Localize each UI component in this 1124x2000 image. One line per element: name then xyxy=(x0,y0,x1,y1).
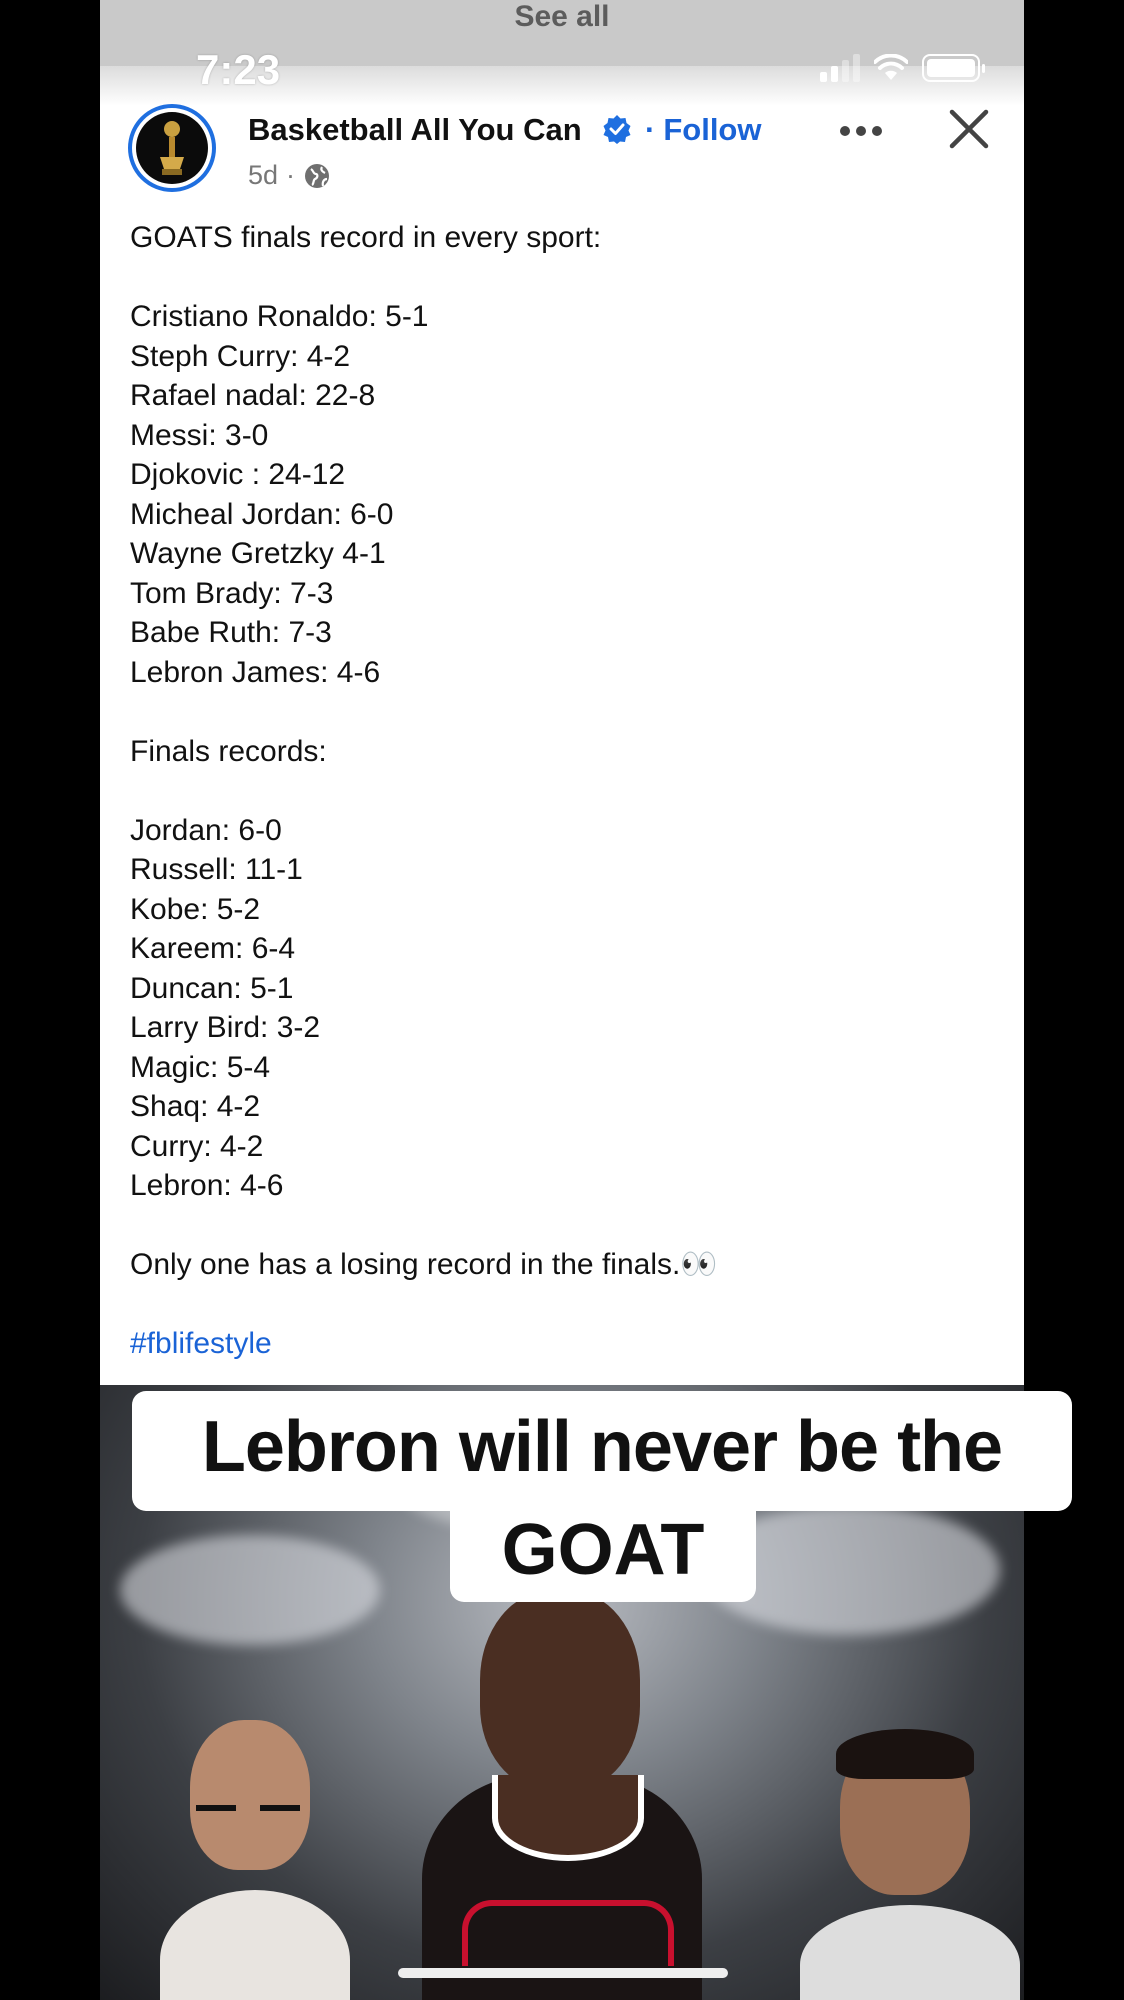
post-text-line: Kobe: 5-2 xyxy=(130,892,261,926)
wifi-icon xyxy=(874,54,908,80)
post-text-line: Wayne Gretzky 4-1 xyxy=(130,537,386,570)
post-text-line: Kareem: 6-4 xyxy=(130,932,296,965)
left-figure xyxy=(160,1720,350,2000)
globe-icon xyxy=(305,163,330,188)
post-text-line: GOATS finals record in every sport: xyxy=(130,221,602,254)
overlay-caption-line2: GOAT xyxy=(450,1506,756,1602)
post-text-line: Only one has a losing record in the fina… xyxy=(130,1248,718,1281)
post-text-blank xyxy=(130,771,990,811)
page-name[interactable]: Basketball All You Can xyxy=(248,112,582,148)
post-meta: 5d · xyxy=(248,160,331,191)
post-text-blank xyxy=(130,1285,990,1325)
follow-separator: · xyxy=(645,112,656,147)
post-text-line: Tom Brady: 7-3 xyxy=(130,576,334,610)
follow-label: Follow xyxy=(663,112,762,147)
more-options-icon[interactable] xyxy=(838,124,884,138)
status-time: 7:23 xyxy=(196,46,281,93)
post-text-line: Lebron James: 4-6 xyxy=(130,655,381,689)
post-text-line: Larry Bird: 3-2 xyxy=(130,1011,321,1044)
center-figure xyxy=(362,1590,762,2000)
see-all-link[interactable]: See all xyxy=(514,0,609,34)
meta-separator: · xyxy=(286,160,296,190)
post-text-blank xyxy=(130,692,990,732)
hashtag-link[interactable]: #fblifestyle xyxy=(130,1324,990,1364)
post-text-line: Finals records: xyxy=(130,734,327,768)
avatar[interactable] xyxy=(128,104,216,192)
post-header: Basketball All You Can · Follow 5d · xyxy=(100,100,1024,210)
post-text-line: Magic: 5-4 xyxy=(130,1050,271,1084)
post-age[interactable]: 5d xyxy=(248,160,278,191)
post-text-line: Micheal Jordan: 6-0 xyxy=(130,497,394,531)
post-text-blank xyxy=(130,258,990,298)
trophy-icon xyxy=(160,121,184,175)
post-text: GOATS finals record in every sport: Crist… xyxy=(130,218,990,1364)
post-text-line: Curry: 4-2 xyxy=(130,1129,264,1163)
post-text-line: Lebron: 4-6 xyxy=(130,1169,284,1202)
right-figure xyxy=(800,1729,1020,2000)
post-text-blank xyxy=(130,1206,990,1246)
post-text-line: Steph Curry: 4-2 xyxy=(130,339,351,373)
post-text-line: Babe Ruth: 7-3 xyxy=(130,616,332,649)
post-text-line: Jordan: 6-0 xyxy=(130,813,282,847)
post-text-line: Cristiano Ronaldo: 5-1 xyxy=(130,300,429,333)
post-text-line: Russell: 11-1 xyxy=(130,853,303,886)
battery-icon xyxy=(922,54,985,82)
cellular-signal-icon xyxy=(820,54,860,82)
post-text-line: Djokovic : 24-12 xyxy=(130,458,346,491)
post-text-line: Messi: 3-0 xyxy=(130,418,269,452)
post-text-line: Rafael nadal: 22-8 xyxy=(130,379,376,412)
post-text-line: Duncan: 5-1 xyxy=(130,971,294,1005)
post-text-line: Shaq: 4-2 xyxy=(130,1090,261,1123)
overlay-caption-line1: Lebron will never be the xyxy=(132,1391,1072,1511)
post-card: See all 7:23 Basketball All You Can · Fo… xyxy=(100,0,1024,1385)
close-icon[interactable] xyxy=(948,108,990,150)
status-icons xyxy=(820,54,985,82)
follow-button[interactable]: · Follow xyxy=(645,112,761,148)
home-indicator[interactable] xyxy=(398,1968,728,1978)
post-lines: GOATS finals record in every sport: Crist… xyxy=(130,218,990,1324)
verified-badge-icon xyxy=(603,115,631,144)
